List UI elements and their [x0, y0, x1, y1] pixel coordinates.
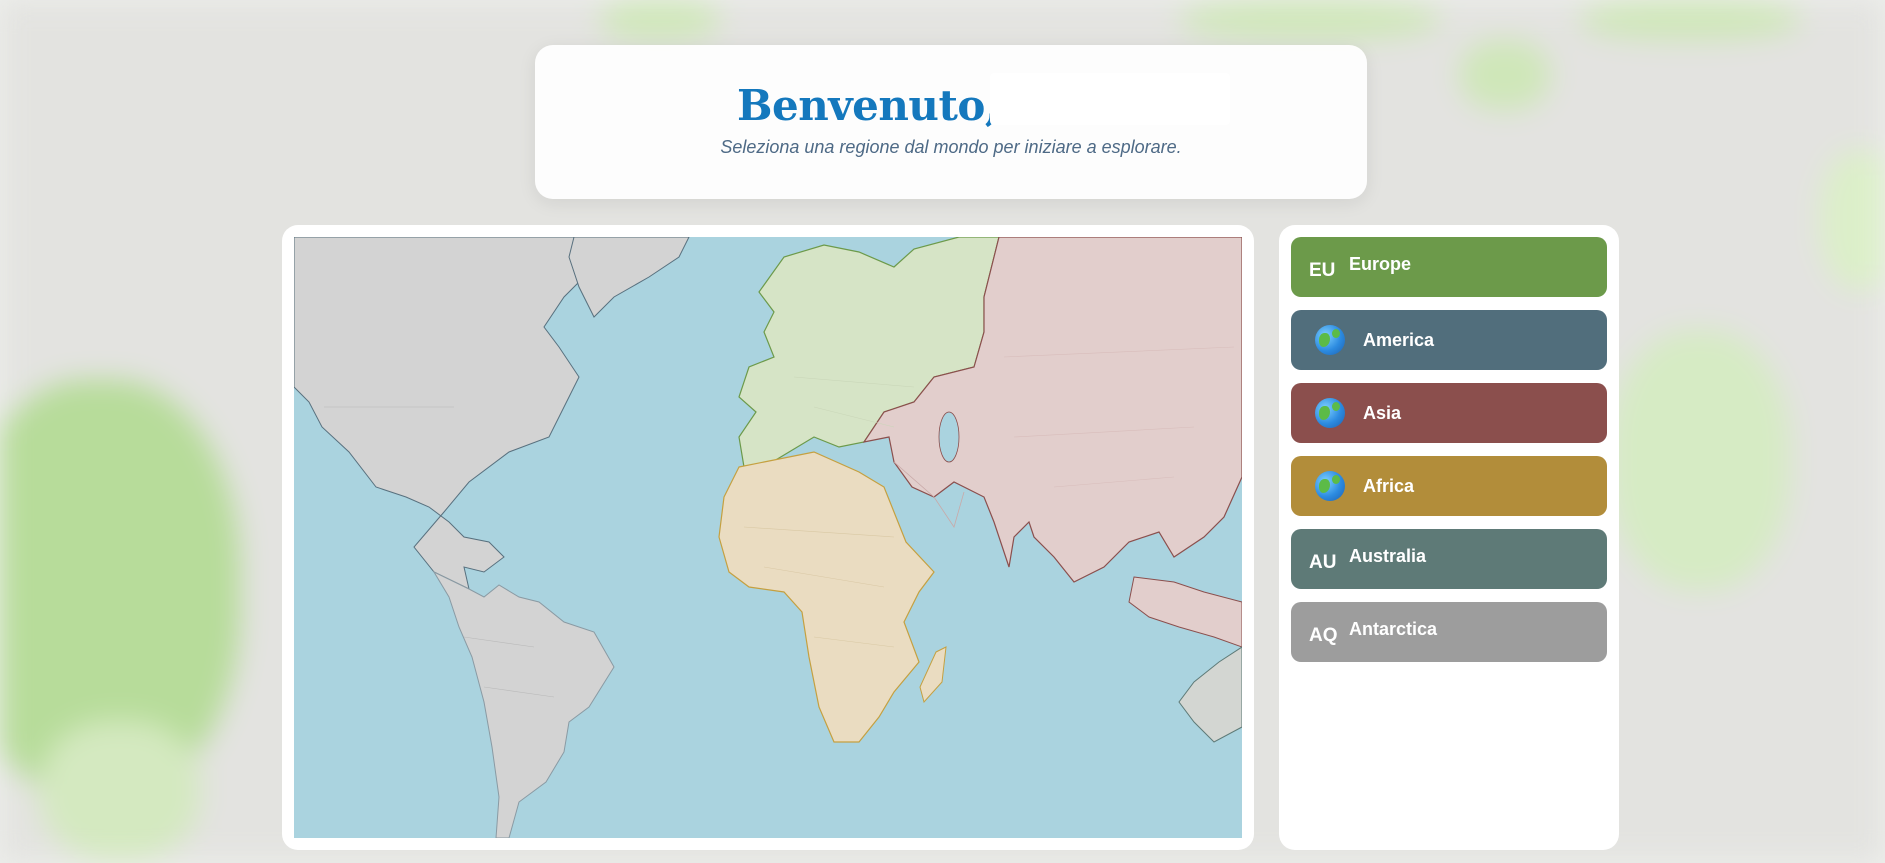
region-button-africa[interactable]: Africa — [1291, 456, 1607, 516]
region-label: Africa — [1363, 475, 1415, 496]
region-button-australia[interactable]: AU Australia — [1291, 529, 1607, 589]
world-map[interactable] — [294, 237, 1242, 838]
welcome-subtitle: Seleziona una regione dal mondo per iniz… — [720, 137, 1182, 157]
welcome-card: Benvenuto, Seleziona una regione dal mon… — [535, 45, 1367, 199]
region-label: Antarctica — [1349, 618, 1438, 639]
region-code-aq: AQ — [1309, 625, 1338, 646]
region-label: Europe — [1349, 253, 1412, 274]
globe-icon — [1315, 471, 1345, 501]
region-code-au: AU — [1309, 552, 1337, 573]
username-placeholder — [990, 73, 1230, 125]
region-button-america[interactable]: America — [1291, 310, 1607, 370]
region-list-panel: EU Europe America Asia Africa AU Austral… — [1279, 225, 1619, 850]
region-button-europe[interactable]: EU Europe — [1291, 237, 1607, 297]
globe-icon — [1315, 398, 1345, 428]
world-map-svg — [294, 237, 1242, 838]
globe-icon — [1315, 325, 1345, 355]
region-button-antarctica[interactable]: AQ Antarctica — [1291, 602, 1607, 662]
region-label: Asia — [1363, 402, 1402, 423]
world-map-card — [282, 225, 1254, 850]
region-label: Australia — [1349, 545, 1427, 566]
region-label: America — [1363, 329, 1435, 350]
region-code-eu: EU — [1309, 260, 1336, 281]
welcome-title: Benvenuto, — [737, 81, 1000, 130]
region-button-asia[interactable]: Asia — [1291, 383, 1607, 443]
